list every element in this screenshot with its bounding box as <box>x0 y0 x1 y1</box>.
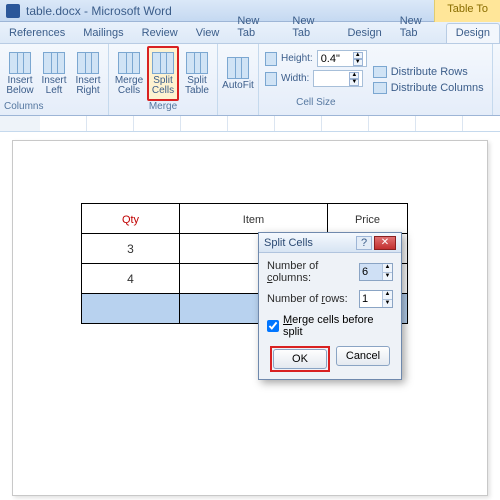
split-table-icon <box>186 52 208 74</box>
group-merge: Merge Cells Split Cells Split Table Merg… <box>109 44 218 115</box>
ribbon: Insert Below Insert Left Insert Right Co… <box>0 44 500 116</box>
split-cells-button[interactable]: Split Cells <box>147 46 179 101</box>
group-label-cellsize: Cell Size <box>265 97 367 109</box>
autofit-icon <box>227 57 249 79</box>
cell-tot1[interactable] <box>82 294 180 324</box>
width-row: Width: ▲▼ <box>265 70 367 87</box>
distribute-cols-icon <box>373 82 387 94</box>
width-label: Width: <box>281 73 309 84</box>
dialog-help-button[interactable]: ? <box>356 236 372 250</box>
cols-input[interactable]: ▲▼ <box>359 263 393 281</box>
rows-input[interactable]: ▲▼ <box>359 290 393 308</box>
group-autofit: AutoFit <box>218 44 259 115</box>
document-page: Qty Item Price 3 Ice cre 4 Sham Tot <box>12 140 488 496</box>
split-cells-icon <box>152 52 174 74</box>
width-icon <box>265 72 277 86</box>
th-item[interactable]: Item <box>180 204 328 234</box>
split-cells-dialog: Split Cells ? ✕ Number of columns: ▲▼ Nu… <box>258 232 402 380</box>
tab-mailings[interactable]: Mailings <box>74 24 132 43</box>
insert-right-button[interactable]: Insert Right <box>72 46 104 101</box>
window-title: table.docx - Microsoft Word <box>26 4 172 18</box>
insert-below-icon <box>9 52 31 74</box>
rows-up-icon[interactable]: ▲ <box>382 291 392 300</box>
tab-design1[interactable]: Design <box>338 24 390 43</box>
contextual-tab[interactable]: Table To <box>434 0 500 22</box>
insert-left-button[interactable]: Insert Left <box>38 46 70 101</box>
group-cellsize: Height: 0.4"▲▼ Width: ▲▼ Cell Size Distr… <box>259 44 493 115</box>
cancel-button[interactable]: Cancel <box>336 346 390 366</box>
height-input[interactable]: 0.4"▲▼ <box>317 50 367 67</box>
cols-label: Number of columns: <box>267 260 355 284</box>
app-icon <box>6 4 20 18</box>
height-row: Height: 0.4"▲▼ <box>265 50 367 67</box>
cols-down-icon[interactable]: ▼ <box>382 273 392 281</box>
rows-label: Number of rows: <box>267 293 355 305</box>
merge-before-label: Merge cells before split <box>283 314 393 338</box>
th-price[interactable]: Price <box>328 204 408 234</box>
dialog-titlebar[interactable]: Split Cells ? ✕ <box>259 233 401 253</box>
insert-left-icon <box>43 52 65 74</box>
merge-before-checkbox[interactable] <box>267 320 279 332</box>
group-label-merge: Merge <box>113 101 213 113</box>
height-label: Height: <box>281 53 313 64</box>
dialog-title: Split Cells <box>264 237 356 249</box>
insert-right-icon <box>77 52 99 74</box>
height-icon <box>265 52 277 66</box>
tab-review[interactable]: Review <box>133 24 187 43</box>
distribute-cols-button[interactable]: Distribute Columns <box>373 82 484 94</box>
ok-highlight: OK <box>270 346 330 372</box>
split-table-button[interactable]: Split Table <box>181 46 213 101</box>
cell-r2c1[interactable]: 4 <box>82 264 180 294</box>
group-label-partial: Columns <box>4 101 104 113</box>
merge-cells-button[interactable]: Merge Cells <box>113 46 145 101</box>
merge-cells-icon <box>118 52 140 74</box>
tab-new1[interactable]: New Tab <box>228 12 283 43</box>
distribute-rows-icon <box>373 66 387 78</box>
ok-button[interactable]: OK <box>273 349 327 369</box>
ribbon-tabs: References Mailings Review View New Tab … <box>0 22 500 44</box>
tab-new2[interactable]: New Tab <box>283 12 338 43</box>
tab-view[interactable]: View <box>187 24 229 43</box>
tab-references[interactable]: References <box>0 24 74 43</box>
cols-up-icon[interactable]: ▲ <box>382 264 392 273</box>
cell-r1c1[interactable]: 3 <box>82 234 180 264</box>
insert-below-button[interactable]: Insert Below <box>4 46 36 101</box>
ruler <box>0 116 500 132</box>
distribute-rows-button[interactable]: Distribute Rows <box>373 66 484 78</box>
autofit-button[interactable]: AutoFit <box>222 46 254 101</box>
rows-down-icon[interactable]: ▼ <box>382 300 392 308</box>
dialog-close-button[interactable]: ✕ <box>374 236 396 250</box>
th-qty[interactable]: Qty <box>82 204 180 234</box>
width-input[interactable]: ▲▼ <box>313 70 363 87</box>
tab-design2[interactable]: Design <box>446 23 500 43</box>
group-insert: Insert Below Insert Left Insert Right Co… <box>0 44 109 115</box>
